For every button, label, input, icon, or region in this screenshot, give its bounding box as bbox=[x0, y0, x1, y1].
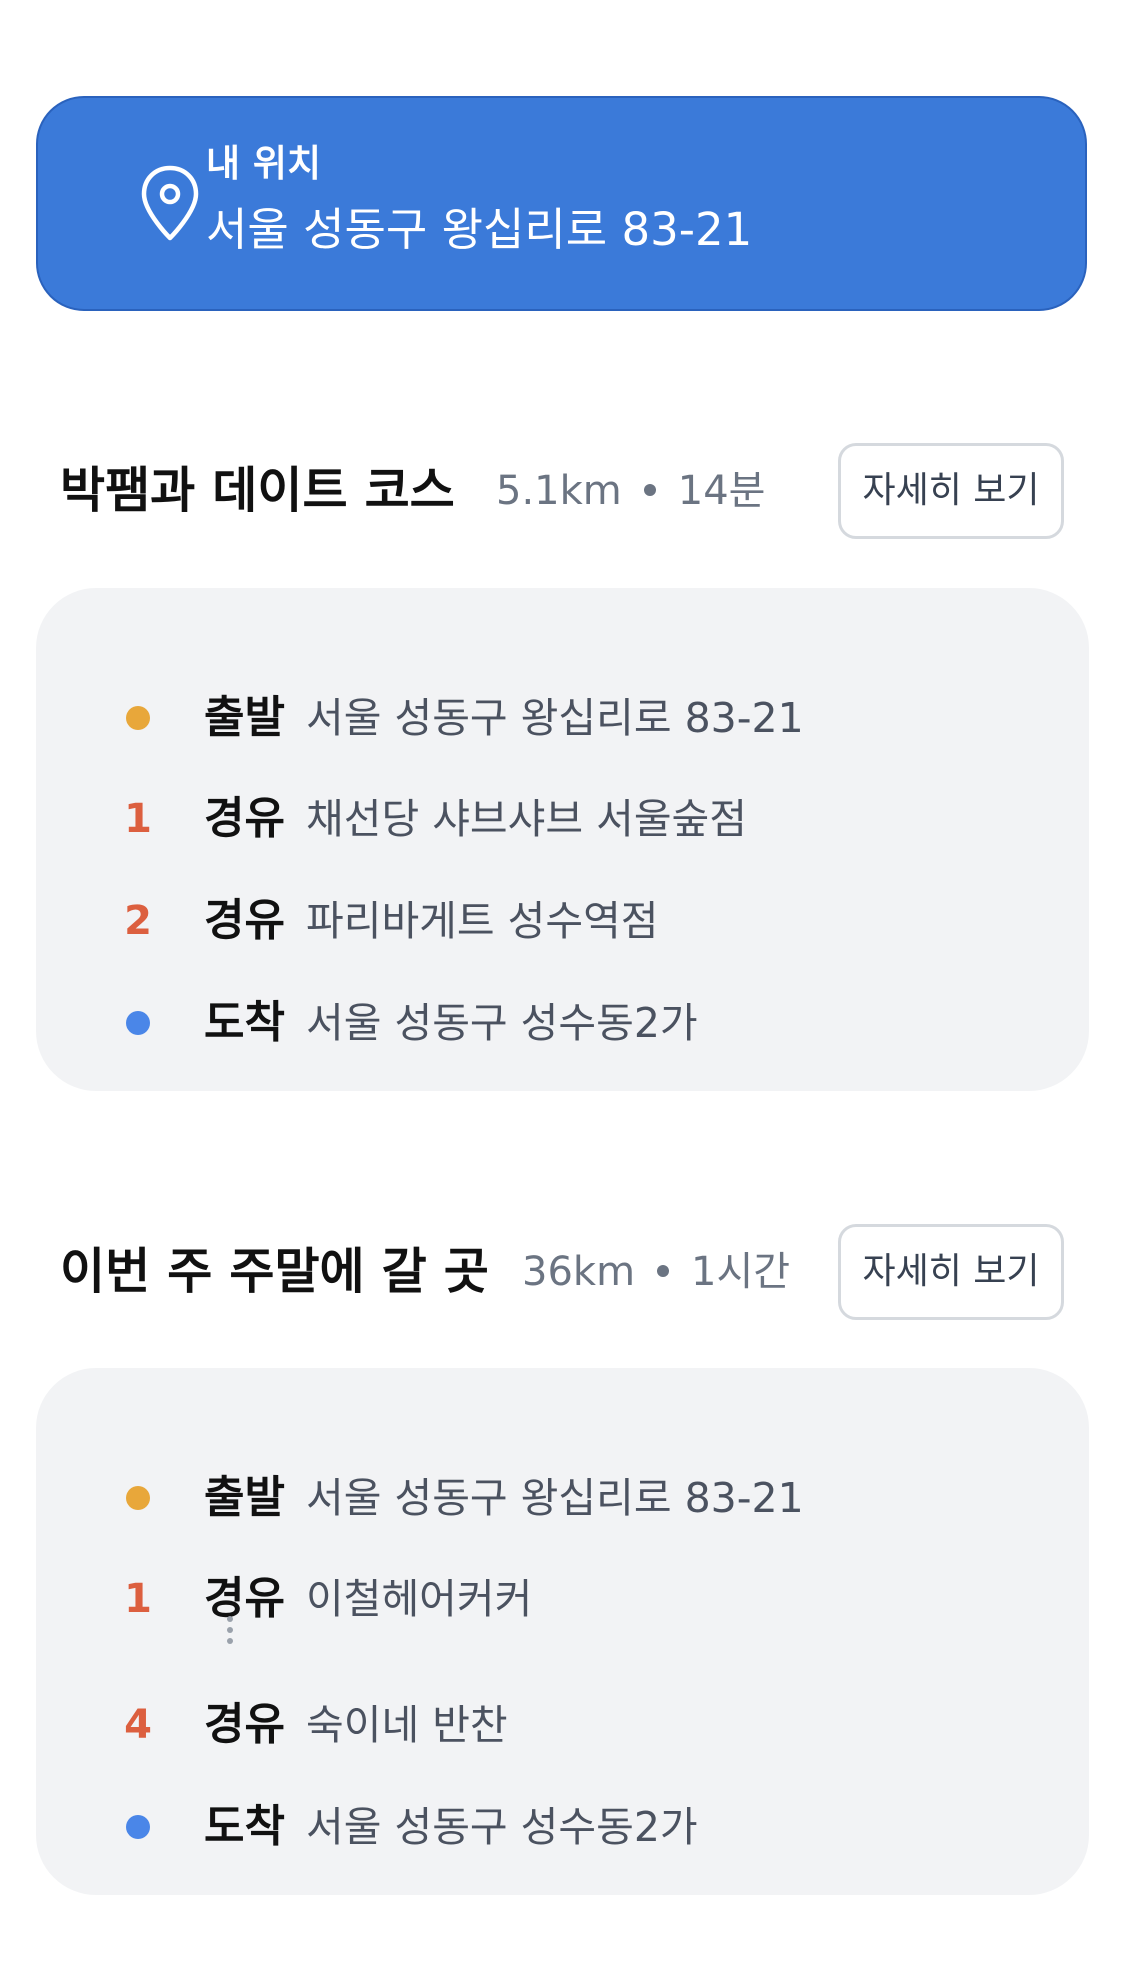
vertical-ellipsis-icon bbox=[226, 1616, 234, 1650]
route-stop-start: 출발 서울 성동구 왕십리로 83-21 bbox=[36, 1466, 1089, 1530]
end-marker bbox=[120, 1795, 156, 1859]
stop-type-label: 출발 bbox=[204, 692, 285, 743]
waypoint-number: 1 bbox=[124, 796, 152, 842]
waypoint-marker: 2 bbox=[120, 889, 156, 953]
stop-place: 이철헤어커커 bbox=[306, 1575, 533, 1623]
stop-type-label: 경유 bbox=[204, 793, 285, 844]
my-location-address: 서울 성동구 왕십리로 83-21 bbox=[206, 203, 753, 256]
stop-type-label: 경유 bbox=[204, 895, 285, 946]
separator-dot bbox=[643, 484, 656, 496]
start-marker bbox=[120, 1466, 156, 1530]
start-marker bbox=[120, 686, 156, 750]
course-duration: 14분 bbox=[677, 468, 766, 514]
my-location-banner[interactable]: 내 위치 서울 성동구 왕십리로 83-21 bbox=[36, 96, 1087, 311]
course-title: 박팸과 데이트 코스 bbox=[60, 462, 455, 519]
stop-type-label: 도착 bbox=[204, 997, 285, 1048]
stop-place: 채선당 샤브샤브 서울숲점 bbox=[306, 795, 747, 843]
course-summary: 36km 1시간 bbox=[522, 1224, 790, 1320]
route-stop-start: 출발 서울 성동구 왕십리로 83-21 bbox=[36, 686, 1089, 750]
route-stop-end: 도착 서울 성동구 성수동2가 bbox=[36, 1795, 1089, 1859]
course-header: 이번 주 주말에 갈 곳 36km 1시간 자세히 보기 bbox=[0, 1224, 1125, 1320]
view-details-button[interactable]: 자세히 보기 bbox=[838, 1224, 1064, 1320]
course-header: 박팸과 데이트 코스 5.1km 14분 자세히 보기 bbox=[0, 443, 1125, 539]
course-distance: 36km bbox=[522, 1249, 636, 1295]
route-stop-waypoint: 4 경유 숙이네 반찬 bbox=[36, 1693, 1089, 1757]
stop-address: 서울 성동구 왕십리로 83-21 bbox=[306, 1474, 804, 1522]
start-dot-icon bbox=[126, 706, 150, 730]
course-title: 이번 주 주말에 갈 곳 bbox=[60, 1243, 489, 1300]
stop-place: 숙이네 반찬 bbox=[306, 1701, 508, 1749]
waypoint-marker: 1 bbox=[120, 787, 156, 851]
stop-type-label: 출발 bbox=[204, 1472, 285, 1523]
separator-dot bbox=[657, 1265, 670, 1277]
waypoint-marker: 1 bbox=[120, 1567, 156, 1631]
route-card[interactable]: 출발 서울 성동구 왕십리로 83-21 1 경유 채선당 샤브샤브 서울숲점 … bbox=[36, 588, 1089, 1091]
route-stop-waypoint: 1 경유 이철헤어커커 bbox=[36, 1567, 1089, 1631]
stop-type-label: 경유 bbox=[204, 1699, 285, 1750]
course-duration: 1시간 bbox=[691, 1249, 791, 1295]
waypoint-number: 1 bbox=[124, 1576, 152, 1622]
stop-place: 파리바게트 성수역점 bbox=[306, 897, 659, 945]
end-dot-icon bbox=[126, 1815, 150, 1839]
stop-address: 서울 성동구 왕십리로 83-21 bbox=[306, 694, 804, 742]
waypoint-marker: 4 bbox=[120, 1693, 156, 1757]
route-stop-waypoint: 2 경유 파리바게트 성수역점 bbox=[36, 889, 1089, 953]
stop-type-label: 도착 bbox=[204, 1801, 285, 1852]
view-details-button[interactable]: 자세히 보기 bbox=[838, 443, 1064, 539]
waypoint-number: 4 bbox=[124, 1702, 152, 1748]
route-stop-waypoint: 1 경유 채선당 샤브샤브 서울숲점 bbox=[36, 787, 1089, 851]
stop-address: 서울 성동구 성수동2가 bbox=[306, 1803, 698, 1851]
course-summary: 5.1km 14분 bbox=[496, 443, 765, 539]
location-pin-icon bbox=[141, 165, 199, 241]
route-stop-end: 도착 서울 성동구 성수동2가 bbox=[36, 991, 1089, 1055]
my-location-label: 내 위치 bbox=[206, 142, 322, 185]
stop-type-label: 경유 bbox=[204, 1573, 285, 1624]
route-card[interactable]: 출발 서울 성동구 왕십리로 83-21 1 경유 이철헤어커커 4 경유 숙이… bbox=[36, 1368, 1089, 1895]
start-dot-icon bbox=[126, 1486, 150, 1510]
end-dot-icon bbox=[126, 1011, 150, 1035]
end-marker bbox=[120, 991, 156, 1055]
stop-address: 서울 성동구 성수동2가 bbox=[306, 999, 698, 1047]
course-distance: 5.1km bbox=[496, 468, 622, 514]
waypoint-number: 2 bbox=[124, 898, 152, 944]
